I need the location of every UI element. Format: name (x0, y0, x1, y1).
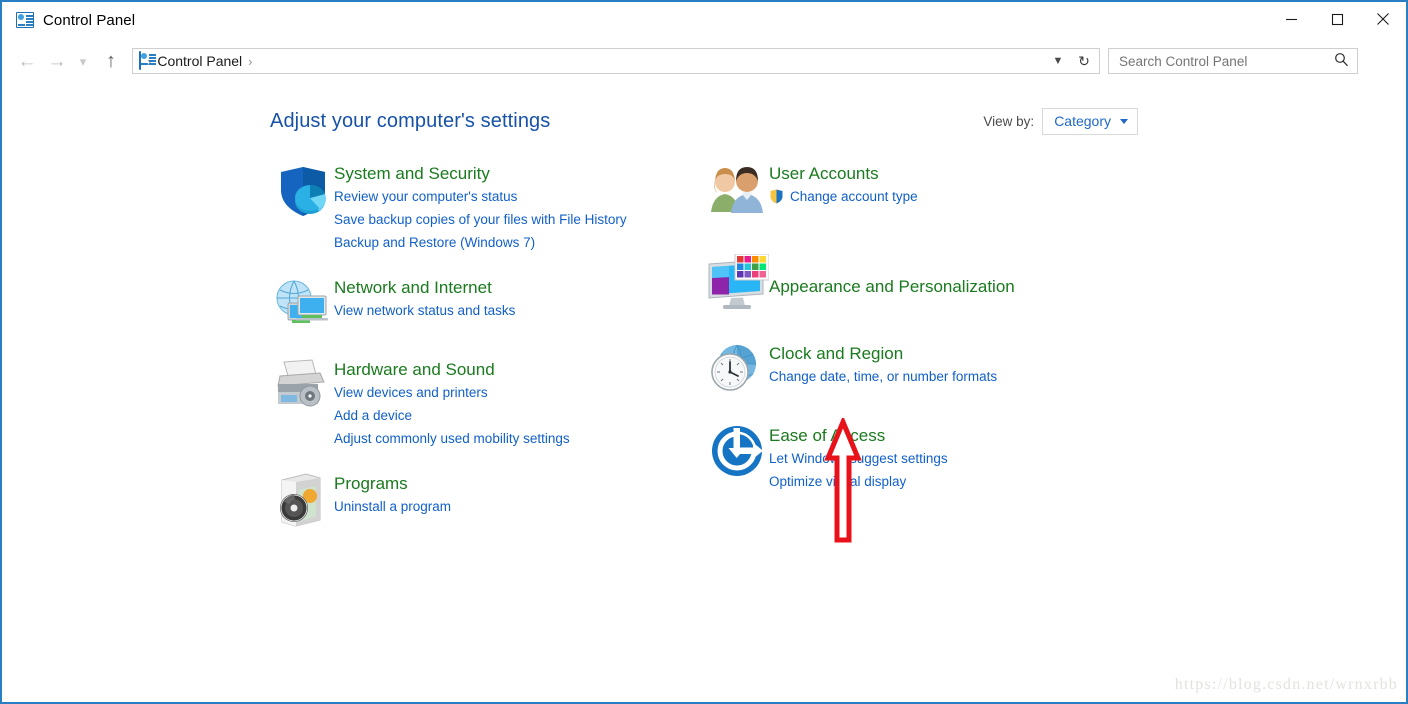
title-bar: Control Panel (2, 2, 1406, 38)
clock-globe-icon (705, 342, 769, 402)
network-globe-monitors-icon (270, 276, 334, 336)
category-title[interactable]: Network and Internet (334, 277, 515, 299)
category-link[interactable]: Change account type (769, 185, 918, 208)
category-link[interactable]: Adjust commonly used mobility settings (334, 427, 570, 450)
category-body: Appearance and Personalization (769, 254, 1015, 298)
uac-shield-icon (770, 189, 783, 204)
watermark: https://blog.csdn.net/wrnxrbb (1174, 676, 1398, 693)
category-user-accounts: User Accounts Change account type (705, 162, 1125, 222)
maximize-button[interactable] (1314, 2, 1360, 36)
category-link[interactable]: View network status and tasks (334, 299, 515, 322)
view-by-dropdown[interactable]: Category (1042, 108, 1138, 135)
category-title[interactable]: Programs (334, 473, 451, 495)
category-network-and-internet: Network and Internet View network status… (270, 276, 690, 336)
category-body: Network and Internet View network status… (334, 276, 515, 322)
up-arrow-icon[interactable]: ↑ (96, 46, 126, 76)
shield-pie-icon (270, 162, 334, 222)
category-column-left: System and Security Review your computer… (270, 162, 690, 532)
category-title[interactable]: Hardware and Sound (334, 359, 570, 381)
control-panel-icon (139, 51, 141, 70)
category-ease-of-access: Ease of Access Let Windows suggest setti… (705, 424, 1125, 493)
category-link[interactable]: Let Windows suggest settings (769, 447, 948, 470)
view-by-label: View by: (983, 114, 1035, 129)
forward-arrow-icon[interactable]: → (42, 46, 72, 76)
printer-icon (270, 358, 334, 418)
back-arrow-icon[interactable]: ← (12, 46, 42, 76)
category-programs: Programs Uninstall a program (270, 472, 690, 532)
programs-disc-box-icon (270, 472, 334, 532)
category-clock-and-region: Clock and Region Change date, time, or n… (705, 342, 1125, 402)
category-link[interactable]: Uninstall a program (334, 495, 451, 518)
category-link[interactable]: Backup and Restore (Windows 7) (334, 231, 627, 254)
category-title[interactable]: Clock and Region (769, 343, 997, 365)
chevron-down-icon (1120, 118, 1128, 124)
category-body: Clock and Region Change date, time, or n… (769, 342, 997, 388)
search-input[interactable] (1117, 52, 1322, 70)
category-link[interactable]: Optimize visual display (769, 470, 948, 493)
category-link[interactable]: Save backup copies of your files with Fi… (334, 208, 627, 231)
view-by-control: View by: Category (983, 108, 1138, 135)
page-title: Adjust your computer's settings (270, 110, 551, 132)
category-column-right: User Accounts Change account type Appear… (705, 162, 1125, 493)
category-link[interactable]: Add a device (334, 404, 570, 427)
breadcrumb-separator[interactable]: › (242, 54, 258, 69)
recent-locations-icon[interactable]: ▾ (72, 46, 94, 76)
ease-of-access-icon (705, 424, 769, 484)
chevron-down-icon[interactable]: ▼ (1047, 49, 1069, 73)
minimize-button[interactable] (1268, 2, 1314, 36)
category-title[interactable]: System and Security (334, 163, 627, 185)
monitor-palette-icon (705, 254, 769, 314)
refresh-icon[interactable]: ↻ (1071, 49, 1097, 73)
breadcrumb-item-control-panel[interactable]: Control Panel (157, 53, 242, 69)
search-box[interactable] (1108, 48, 1358, 74)
category-link[interactable]: View devices and printers (334, 381, 570, 404)
category-hardware-and-sound: Hardware and Sound View devices and prin… (270, 358, 690, 450)
category-link[interactable]: Change date, time, or number formats (769, 365, 997, 388)
search-icon[interactable] (1334, 52, 1349, 72)
category-appearance-and-personalization: Appearance and Personalization (705, 254, 1125, 314)
address-bar[interactable]: › Control Panel › ▼ ↻ (132, 48, 1100, 74)
category-title[interactable]: Ease of Access (769, 425, 948, 447)
control-panel-window: Control Panel ← → ▾ ↑ › Control Panel › … (0, 0, 1408, 704)
category-link-label: Change account type (790, 189, 918, 204)
view-by-value: Category (1054, 113, 1111, 129)
category-title[interactable]: User Accounts (769, 163, 918, 185)
user-accounts-people-icon (705, 162, 769, 222)
category-body: Ease of Access Let Windows suggest setti… (769, 424, 948, 493)
navigation-bar: ← → ▾ ↑ › Control Panel › ▼ ↻ (2, 40, 1406, 82)
category-system-and-security: System and Security Review your computer… (270, 162, 690, 254)
category-body: System and Security Review your computer… (334, 162, 627, 254)
window-title: Control Panel (43, 11, 136, 29)
category-title[interactable]: Appearance and Personalization (769, 276, 1015, 298)
category-link[interactable]: Review your computer's status (334, 185, 627, 208)
content-area: Adjust your computer's settings View by:… (2, 84, 1406, 702)
window-controls (1268, 2, 1406, 36)
category-body: Programs Uninstall a program (334, 472, 451, 518)
close-button[interactable] (1360, 2, 1406, 36)
category-body: User Accounts Change account type (769, 162, 918, 208)
control-panel-icon (16, 12, 34, 28)
category-body: Hardware and Sound View devices and prin… (334, 358, 570, 450)
